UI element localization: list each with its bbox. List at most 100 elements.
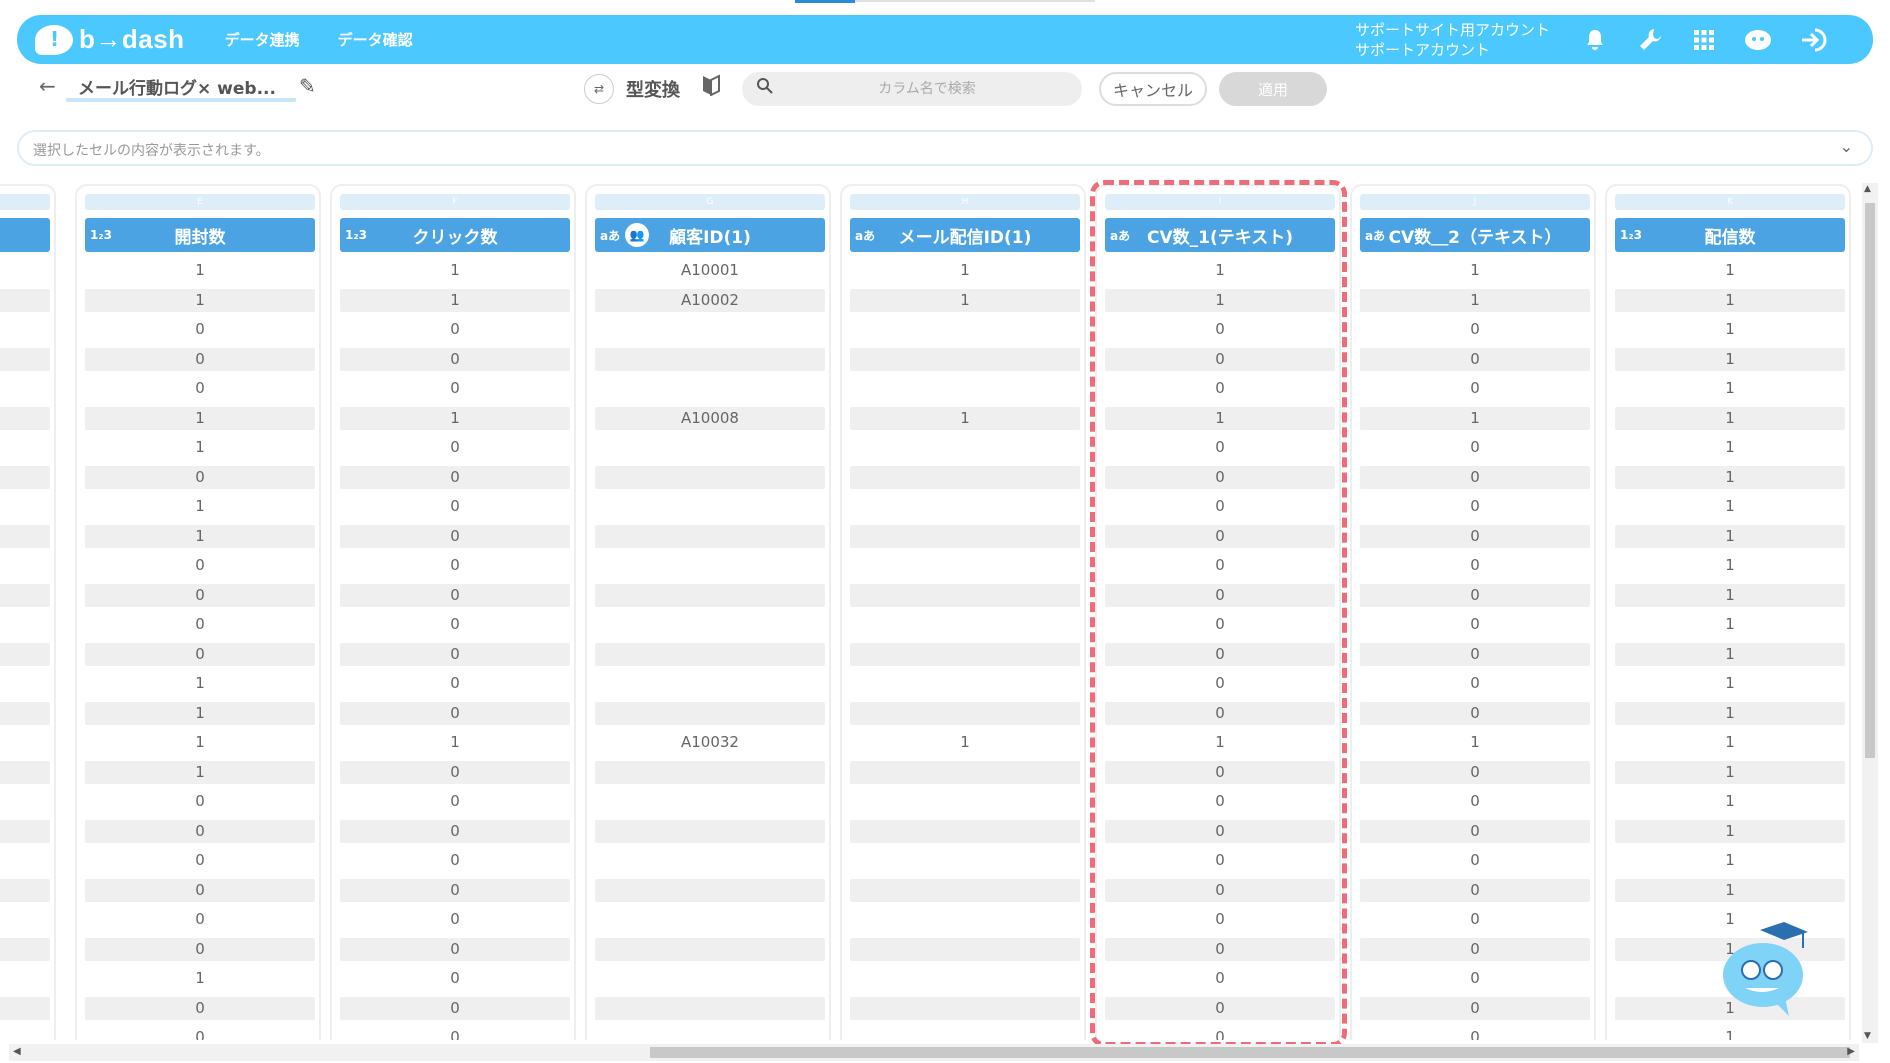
table-cell[interactable] (850, 642, 1080, 666)
table-cell[interactable] (595, 318, 825, 341)
table-cell[interactable]: 1 (1615, 347, 1845, 371)
beginner-mark-icon[interactable] (702, 74, 720, 102)
table-cell[interactable] (595, 967, 825, 990)
table-cell[interactable]: A10032 (595, 731, 825, 754)
table-cell[interactable]: 0 (1105, 465, 1335, 489)
apply-button[interactable]: 適用 (1219, 72, 1327, 106)
table-cell[interactable]: 1 (340, 406, 570, 430)
table-cell[interactable]: 1 (1615, 790, 1845, 813)
table-cell[interactable] (850, 937, 1080, 961)
table-cell[interactable]: 1 (1615, 672, 1845, 695)
table-cell[interactable]: 1 (1615, 701, 1845, 725)
table-cell[interactable]: 0 (1360, 436, 1590, 459)
table-cell[interactable]: 0 (85, 347, 315, 371)
data-type-icon[interactable]: aあ (1110, 227, 1130, 244)
table-cell[interactable] (595, 996, 825, 1020)
column-letter[interactable]: F (340, 194, 570, 210)
table-cell[interactable] (850, 347, 1080, 371)
nav-data-check[interactable]: データ確認 (338, 29, 413, 50)
table-cell[interactable]: 0 (1360, 819, 1590, 843)
table-cell[interactable]: 0 (340, 819, 570, 843)
table-cell[interactable]: 1 (1615, 731, 1845, 754)
table-cell[interactable]: 0 (1105, 583, 1335, 607)
table-cell[interactable]: 0 (1360, 790, 1590, 813)
table-cell[interactable]: 0 (1360, 967, 1590, 990)
table-cell[interactable] (0, 524, 50, 548)
column-header[interactable]: 1₂3 クリック数 (340, 218, 570, 252)
table-cell[interactable] (0, 908, 50, 931)
table-cell[interactable] (595, 701, 825, 725)
table-cell[interactable]: 1 (1615, 406, 1845, 430)
table-cell[interactable] (595, 849, 825, 872)
table-cell[interactable]: 0 (340, 436, 570, 459)
table-cell[interactable] (0, 406, 50, 430)
table-cell[interactable] (595, 908, 825, 931)
column-header[interactable]: aあ メール配信ID(1) (850, 218, 1080, 252)
table-cell[interactable]: 0 (1360, 878, 1590, 902)
table-cell[interactable] (850, 613, 1080, 636)
table-cell[interactable] (850, 878, 1080, 902)
table-cell[interactable] (595, 819, 825, 843)
table-cell[interactable] (0, 790, 50, 813)
table-cell[interactable] (850, 819, 1080, 843)
table-cell[interactable]: 1 (85, 701, 315, 725)
table-cell[interactable] (0, 1026, 50, 1040)
table-cell[interactable] (595, 465, 825, 489)
table-cell[interactable] (595, 672, 825, 695)
table-cell[interactable] (850, 495, 1080, 518)
table-cell[interactable] (595, 1026, 825, 1040)
table-cell[interactable] (595, 524, 825, 548)
table-cell[interactable]: 1 (1615, 318, 1845, 341)
table-cell[interactable]: 1 (340, 731, 570, 754)
table-cell[interactable]: 0 (85, 318, 315, 341)
table-cell[interactable]: 0 (1105, 613, 1335, 636)
table-cell[interactable]: 0 (340, 524, 570, 548)
data-type-icon[interactable]: 1₂3 (90, 228, 112, 242)
table-cell[interactable]: 0 (1105, 937, 1335, 961)
table-cell[interactable]: 0 (340, 672, 570, 695)
horizontal-scroll-thumb[interactable] (650, 1047, 1850, 1058)
table-cell[interactable]: 0 (85, 642, 315, 666)
scroll-up-icon[interactable]: ▲ (1864, 184, 1871, 194)
logo[interactable]: b→dash (35, 24, 185, 55)
table-cell[interactable]: A10002 (595, 288, 825, 312)
pencil-edit-icon[interactable]: ✎ (299, 74, 316, 98)
table-cell[interactable] (850, 318, 1080, 341)
table-cell[interactable] (0, 259, 50, 282)
table-cell[interactable] (850, 1026, 1080, 1040)
table-cell[interactable]: 0 (340, 878, 570, 902)
table-cell[interactable] (850, 377, 1080, 400)
table-cell[interactable]: 1 (85, 406, 315, 430)
title-area[interactable]: メール行動ログ× web... (66, 74, 296, 102)
table-cell[interactable]: 0 (85, 996, 315, 1020)
data-type-icon[interactable]: 1₂3 (345, 228, 367, 242)
column-header[interactable] (0, 218, 50, 252)
table-cell[interactable]: 0 (1105, 760, 1335, 784)
table-cell[interactable]: 0 (1360, 642, 1590, 666)
table-cell[interactable]: 0 (340, 377, 570, 400)
table-cell[interactable]: 1 (850, 259, 1080, 282)
table-cell[interactable]: 0 (1105, 701, 1335, 725)
table-cell[interactable]: 1 (1360, 731, 1590, 754)
table-cell[interactable]: 0 (340, 613, 570, 636)
table-cell[interactable] (0, 672, 50, 695)
table-cell[interactable]: 1 (85, 967, 315, 990)
data-type-icon[interactable]: 1₂3 (1620, 228, 1642, 242)
search-input[interactable] (782, 72, 1072, 106)
table-cell[interactable] (595, 760, 825, 784)
column-header[interactable]: 1₂3 開封数 (85, 218, 315, 252)
table-cell[interactable] (850, 465, 1080, 489)
table-cell[interactable]: 0 (1360, 996, 1590, 1020)
table-cell[interactable] (595, 642, 825, 666)
table-cell[interactable] (0, 436, 50, 459)
table-cell[interactable] (850, 996, 1080, 1020)
table-cell[interactable]: 0 (340, 790, 570, 813)
table-cell[interactable]: 0 (340, 701, 570, 725)
table-cell[interactable] (595, 436, 825, 459)
table-cell[interactable] (595, 554, 825, 577)
table-cell[interactable]: 0 (1105, 849, 1335, 872)
table-cell[interactable]: 1 (1615, 524, 1845, 548)
column-letter[interactable]: E (85, 194, 315, 210)
table-cell[interactable]: 0 (85, 1026, 315, 1040)
table-cell[interactable] (595, 790, 825, 813)
